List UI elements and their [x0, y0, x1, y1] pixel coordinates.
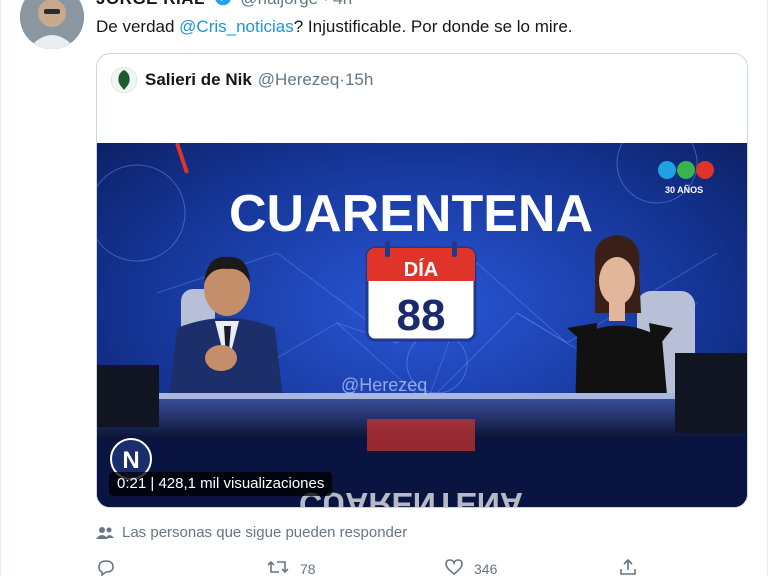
day-label: DÍA [404, 258, 438, 281]
verified-badge-icon [214, 0, 232, 11]
video-stats-badge: 0:21 | 428,1 mil visualizaciones [109, 472, 333, 496]
reflection-text: CUARENTENA [299, 486, 523, 507]
day-counter: DÍA 88 [365, 241, 477, 342]
quoted-author-handle: @Herezeq [257, 70, 340, 89]
author-handle[interactable]: @rialjorge [240, 0, 318, 8]
author-avatar[interactable] [20, 0, 84, 49]
day-number: 88 [397, 291, 446, 340]
brand-letter: N [122, 447, 139, 474]
people-icon [96, 526, 114, 540]
tweet-actions: 78 346 [96, 558, 656, 578]
retweet-count: 78 [300, 560, 316, 577]
channel-logo-icon [658, 161, 714, 179]
tweet-time[interactable]: 4h [333, 0, 352, 8]
mention-link[interactable]: @Cris_noticias [179, 17, 294, 36]
video-watermark: @Herezeq [341, 375, 427, 395]
video-frame: 30 AÑOS CUARENTENA DÍA 88 @Herezeq CUARE… [97, 143, 747, 507]
quoted-author-avatar [111, 67, 137, 93]
reply-restriction-text: Las personas que sigue pueden responder [122, 524, 408, 541]
video-player[interactable]: 30 AÑOS CUARENTENA DÍA 88 @Herezeq CUARE… [97, 143, 747, 507]
like-count: 346 [474, 560, 498, 577]
reply-restriction-note: Las personas que sigue pueden responder [96, 524, 407, 541]
tweet-text-suffix: ? Injustificable. Por donde se lo mire. [293, 17, 573, 36]
channel-badge: 30 AÑOS [665, 185, 703, 195]
video-views: 428,1 mil visualizaciones [158, 475, 325, 492]
quoted-tweet-card[interactable]: Salieri de Nik @Herezeq · 15h 30 AÑOS CU… [96, 53, 748, 508]
tweet-text: De verdad @Cris_noticias? Injustificable… [96, 17, 573, 37]
quoted-author-name: Salieri de Nik [145, 70, 252, 89]
left-border [0, 0, 1, 576]
tweet-text-prefix: De verdad [96, 17, 180, 36]
tweet-author-line: JORGE RIAL @rialjorge · 4h [96, 0, 352, 11]
video-headline: CUARENTENA [229, 185, 593, 243]
quoted-tweet-time: 15h [344, 70, 374, 89]
quoted-tweet-header: Salieri de Nik @Herezeq · 15h [111, 67, 373, 93]
author-name[interactable]: JORGE RIAL [96, 0, 205, 8]
chevron-down-icon[interactable] [732, 0, 746, 4]
video-duration: 0:21 [117, 475, 147, 492]
